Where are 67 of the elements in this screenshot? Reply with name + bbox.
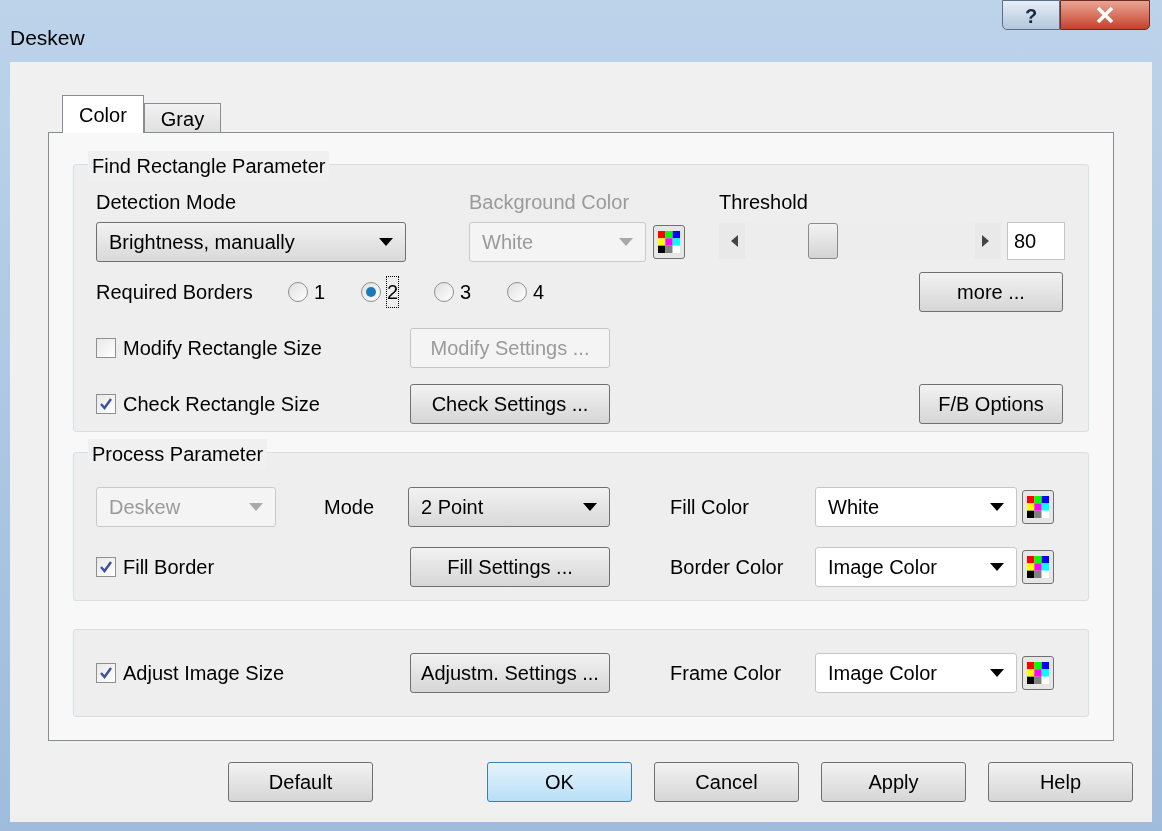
label: Fill Color [670, 495, 750, 520]
dropdown-arrow-icon [990, 669, 1004, 677]
radio-button[interactable] [434, 282, 454, 302]
color-grid-icon [658, 231, 680, 253]
color-grid-icon [1027, 496, 1049, 518]
right-arrow-icon [982, 235, 989, 247]
color-palette-button[interactable] [1022, 490, 1054, 524]
window-title: Deskew [10, 25, 85, 51]
radio-label: 4 [533, 280, 545, 305]
color-palette-button[interactable] [653, 225, 685, 259]
push-button[interactable]: Check Settings ... [410, 384, 610, 424]
push-button[interactable]: Adjustm. Settings ... [410, 653, 610, 693]
push-button[interactable]: Cancel [654, 762, 799, 802]
dropdown-arrow-icon [249, 503, 263, 511]
checkbox[interactable] [96, 338, 116, 358]
label: Fill Border [123, 555, 215, 580]
push-button[interactable]: Apply [821, 762, 966, 802]
radio-button[interactable] [361, 282, 381, 302]
dropdown[interactable]: 2 Point [408, 487, 610, 527]
checkmark-icon [99, 397, 113, 411]
checkmark-icon [99, 560, 113, 574]
checkbox[interactable] [96, 394, 116, 414]
push-button[interactable]: more ... [919, 272, 1063, 312]
dropdown-arrow-icon [990, 503, 1004, 511]
color-palette-button[interactable] [1022, 656, 1054, 690]
label: Detection Mode [96, 190, 238, 215]
threshold-field[interactable]: 80 [1007, 222, 1065, 260]
color-palette-button[interactable] [1022, 550, 1054, 584]
checkbox[interactable] [96, 557, 116, 577]
push-button[interactable]: F/B Options [919, 384, 1063, 424]
left-arrow-icon [731, 235, 738, 247]
dropdown-arrow-icon [379, 238, 393, 246]
label: Modify Rectangle Size [123, 336, 322, 361]
label: Background Color [469, 190, 631, 215]
dropdown[interactable]: Image Color [815, 547, 1017, 587]
slider-thumb[interactable] [808, 223, 839, 259]
label: Border Color [670, 555, 785, 580]
push-button[interactable]: Default [228, 762, 373, 802]
checkmark-icon [99, 666, 113, 680]
label: Check Rectangle Size [123, 392, 320, 417]
push-button[interactable]: OK [487, 762, 632, 802]
close-button[interactable] [1060, 0, 1150, 30]
radio-label: 1 [314, 280, 326, 305]
label: Mode [324, 495, 376, 520]
dropdown[interactable]: Brightness, manually [96, 222, 406, 262]
tab[interactable]: Color [62, 95, 144, 133]
dropdown[interactable]: Image Color [815, 653, 1017, 693]
close-icon [1096, 7, 1114, 23]
dropdown-arrow-icon [583, 503, 597, 511]
push-button[interactable]: Help [988, 762, 1133, 802]
label: Frame Color [670, 661, 783, 686]
radio-label: 2 [387, 277, 399, 307]
radio-label: 3 [460, 280, 472, 305]
dropdown-arrow-icon [619, 238, 633, 246]
label: Required Borders [96, 280, 254, 305]
color-grid-icon [1027, 662, 1049, 684]
push-button[interactable]: Fill Settings ... [410, 547, 610, 587]
help-button[interactable]: ? [1002, 0, 1060, 30]
label: Adjust Image Size [123, 661, 285, 686]
checkbox[interactable] [96, 663, 116, 683]
radio-button[interactable] [507, 282, 527, 302]
radio-button[interactable] [288, 282, 308, 302]
color-grid-icon [1027, 556, 1049, 578]
tab[interactable]: Gray [143, 103, 222, 132]
dropdown[interactable]: White [815, 487, 1017, 527]
dropdown-arrow-icon [990, 563, 1004, 571]
label: Threshold [719, 190, 809, 215]
